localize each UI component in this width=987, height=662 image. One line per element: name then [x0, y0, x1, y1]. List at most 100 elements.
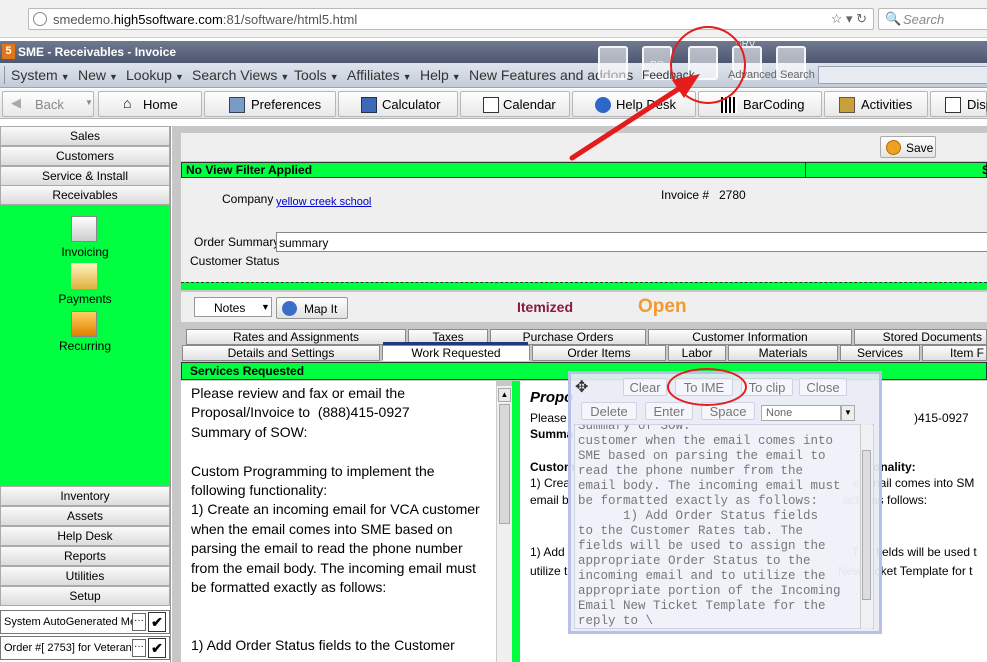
globe-icon	[282, 301, 297, 316]
activities-icon	[839, 97, 855, 113]
menu-tools[interactable]: Tools ▼	[294, 67, 339, 83]
company-label: Company	[222, 192, 274, 206]
menu-search-views[interactable]: Search Views ▼	[192, 67, 289, 83]
sidebar-item-customers[interactable]: Customers	[0, 146, 170, 166]
map-it-button[interactable]: Map It	[276, 297, 348, 319]
invoice-number: 2780	[719, 188, 746, 202]
more-options-icon[interactable]: ···	[132, 639, 146, 657]
sidebar-item-receivables[interactable]: Receivables	[0, 185, 170, 205]
back-button[interactable]: ◀ Back ▼	[2, 91, 94, 117]
tab-customer-information[interactable]: Customer Information	[648, 329, 852, 345]
tab-stored-documents[interactable]: Stored Documents	[854, 329, 987, 345]
globe-icon	[33, 12, 47, 26]
home-button[interactable]: ⌂ Home	[98, 91, 202, 117]
close-button[interactable]: Close	[799, 378, 847, 396]
save-button[interactable]: Save	[880, 136, 936, 158]
clip-textarea[interactable]: Summary of SOW: customer when the email …	[574, 424, 874, 629]
tab-rates-assignments[interactable]: Rates and Assignments	[186, 329, 406, 345]
invoicing-link[interactable]: Invoicing	[0, 245, 170, 259]
activities-button[interactable]: Activities	[824, 91, 928, 117]
preview-line: Please	[530, 411, 567, 425]
clear-button[interactable]: Clear	[623, 378, 667, 396]
payments-icon[interactable]	[71, 263, 97, 289]
left-sidebar: Sales Customers Service & Install Receiv…	[0, 126, 171, 662]
clip-scrollbar[interactable]	[860, 424, 872, 629]
order-summary-input[interactable]: summary	[276, 232, 987, 252]
calculator-button[interactable]: Calculator	[338, 91, 458, 117]
notes-dropdown[interactable]: Notes ▼	[194, 297, 272, 317]
recurring-icon[interactable]	[71, 311, 97, 337]
chevron-down-icon[interactable]: ▼	[841, 405, 855, 421]
advanced-search-field[interactable]	[818, 66, 987, 84]
preferences-button[interactable]: Preferences	[204, 91, 336, 117]
clip-mode-select[interactable]: None	[761, 405, 841, 421]
section-divider	[181, 282, 987, 290]
preview-line: email b	[530, 493, 569, 507]
checkmark-icon[interactable]: ✔	[148, 612, 166, 632]
save-icon	[886, 140, 901, 155]
scroll-thumb[interactable]	[499, 404, 510, 524]
work-requested-editor[interactable]: Please review and fax or email the Propo…	[181, 381, 496, 662]
barcoding-label: BarCoding	[743, 97, 805, 112]
search-icon: 🔍	[885, 11, 902, 26]
save-label: Save	[906, 141, 934, 155]
recurring-link[interactable]: Recurring	[0, 339, 170, 353]
main-toolbar: ◀ Back ▼ ⌂ Home Preferences Calculator Cale…	[0, 89, 987, 119]
menu-separator	[4, 66, 5, 84]
menu-help[interactable]: Help ▼	[420, 67, 461, 83]
address-bar[interactable]: smedemo.high5software.com:81/software/ht…	[28, 8, 874, 30]
view-filter-label: No View Filter Applied	[186, 163, 313, 177]
tab-work-requested[interactable]: Work Requested	[382, 345, 530, 361]
tab-order-items[interactable]: Order Items	[532, 345, 666, 361]
display-button[interactable]: Disp	[930, 91, 987, 117]
browser-search-input[interactable]: 🔍 Search	[878, 8, 987, 30]
sidebar-item-service-install[interactable]: Service & Install	[0, 166, 170, 186]
company-link[interactable]: yellow creek school	[276, 196, 371, 208]
order-summary-label: Order Summary	[194, 235, 280, 249]
status-badge: Open	[638, 296, 687, 317]
sidebar-item-inventory[interactable]: Inventory	[0, 486, 170, 506]
calendar-button[interactable]: Calendar	[460, 91, 570, 117]
payments-link[interactable]: Payments	[0, 292, 170, 306]
move-icon[interactable]: ✥	[575, 377, 588, 397]
app-title: SME - Receivables - Invoice	[18, 45, 177, 59]
tab-details-settings[interactable]: Details and Settings	[182, 345, 380, 361]
sidebar-item-sales[interactable]: Sales	[0, 126, 170, 146]
tab-labor[interactable]: Labor	[668, 345, 726, 361]
tab-services[interactable]: Services	[840, 345, 920, 361]
more-options-icon[interactable]: ···	[132, 613, 146, 631]
preview-line: utilize t	[530, 564, 568, 578]
calendar-label: Calendar	[503, 97, 556, 112]
divider	[805, 163, 806, 177]
calculator-icon	[361, 97, 377, 113]
recent-record[interactable]: System AutoGenerated Me ··· ✔	[0, 610, 170, 634]
back-label: Back	[35, 97, 64, 112]
sidebar-item-setup[interactable]: Setup	[0, 586, 170, 606]
to-clip-button[interactable]: To clip	[741, 378, 793, 396]
customer-status-label: Customer Status	[190, 254, 280, 268]
chevron-down-icon: ▼	[261, 302, 270, 312]
splitter-handle[interactable]	[512, 381, 520, 662]
recent-record[interactable]: Order #[ 2753] for Veteran ··· ✔	[0, 636, 170, 660]
menu-new[interactable]: New ▼	[78, 67, 118, 83]
enter-button[interactable]: Enter	[645, 402, 693, 420]
menu-affiliates[interactable]: Affiliates ▼	[347, 67, 412, 83]
delete-button[interactable]: Delete	[581, 402, 637, 420]
menu-system[interactable]: System ▼	[11, 67, 70, 83]
sidebar-item-assets[interactable]: Assets	[0, 506, 170, 526]
reload-icon[interactable]: ☆ ▾ ↻	[831, 11, 867, 27]
map-it-label: Map It	[304, 302, 338, 316]
checkmark-icon[interactable]: ✔	[148, 638, 166, 658]
editor-scrollbar[interactable]: ▲	[496, 386, 512, 662]
sidebar-item-help-desk[interactable]: Help Desk	[0, 526, 170, 546]
sidebar-item-utilities[interactable]: Utilities	[0, 566, 170, 586]
sidebar-item-reports[interactable]: Reports	[0, 546, 170, 566]
invoicing-icon[interactable]	[71, 216, 97, 242]
menu-lookup[interactable]: Lookup ▼	[126, 67, 184, 83]
scroll-thumb[interactable]	[862, 450, 871, 600]
tab-item-f[interactable]: Item F	[922, 345, 987, 361]
scroll-up-icon[interactable]: ▲	[498, 388, 511, 402]
calendar-icon	[483, 97, 499, 113]
tab-materials[interactable]: Materials	[728, 345, 838, 361]
receivables-panel: Invoicing Payments Recurring	[0, 205, 170, 486]
